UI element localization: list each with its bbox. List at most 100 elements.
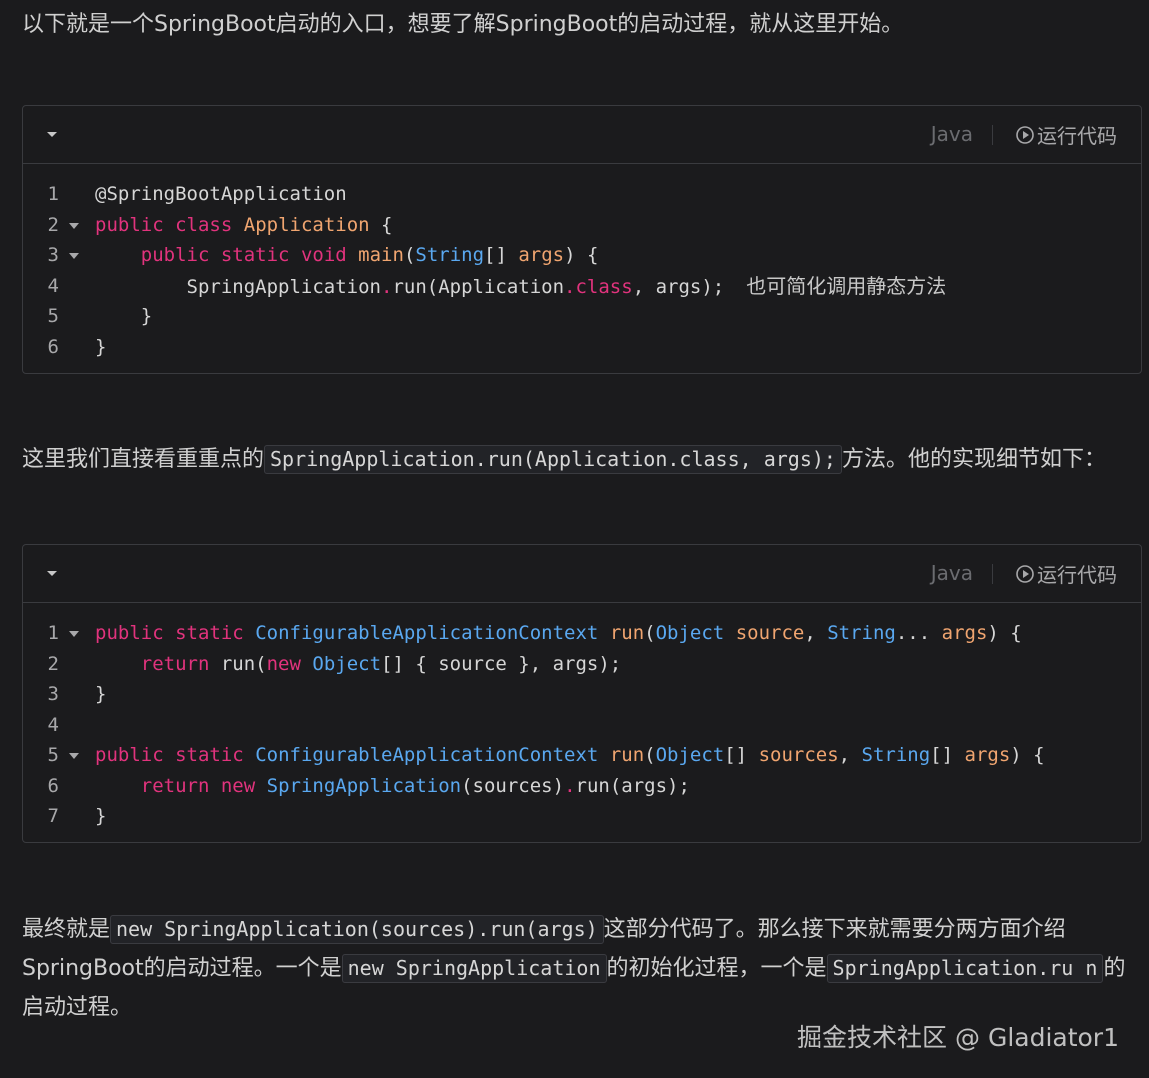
code-token: run( <box>209 652 267 675</box>
code-token: Object <box>655 744 725 766</box>
code-token: ( <box>403 244 416 266</box>
code-token: run(Application <box>392 275 565 298</box>
code-token: } <box>95 683 107 705</box>
header-divider <box>992 125 993 145</box>
code-token: [] <box>484 244 519 266</box>
fold-caret-icon[interactable] <box>69 630 79 638</box>
code-token: new <box>220 774 256 797</box>
code-text: } <box>95 301 152 332</box>
play-circle-icon <box>1015 125 1035 145</box>
code-line: 6} <box>23 332 1141 363</box>
fold-caret-icon[interactable] <box>69 752 79 760</box>
code-token: class <box>575 275 633 298</box>
code-line: 2 return run(new Object[] { source }, ar… <box>23 649 1141 680</box>
line-number: 1 <box>47 183 59 205</box>
line-number: 7 <box>47 805 59 827</box>
code-line: 7} <box>23 801 1141 832</box>
line-number: 2 <box>47 652 59 675</box>
code-block-header: Java 运行代码 <box>23 106 1141 164</box>
code-token: void <box>300 244 347 266</box>
run-code-label: 运行代码 <box>1037 563 1117 587</box>
inline-code-new-spring-application: new SpringApplication <box>341 954 607 983</box>
code-token: return <box>140 652 210 675</box>
code-text: } <box>95 801 106 832</box>
code-token: args <box>518 244 565 266</box>
code-token: run(args); <box>575 774 690 797</box>
code-text: public class Application { <box>95 210 392 241</box>
code-token: Object <box>312 652 382 675</box>
code-block-1: Java 运行代码 1 @SpringBootApplication 2 public… <box>22 105 1142 374</box>
code-token: SpringApplication <box>266 774 462 797</box>
header-divider <box>992 564 993 584</box>
code-token: { <box>369 213 393 236</box>
code-token: , args); <box>632 275 725 298</box>
code-token: String <box>827 622 896 644</box>
run-code-button[interactable]: 运行代码 <box>1015 120 1117 149</box>
code-line: 1 public static ConfigurableApplicationCo… <box>23 618 1141 649</box>
code-token: [] { source }, args); <box>381 652 622 675</box>
collapse-caret-icon[interactable] <box>45 566 59 580</box>
fold-caret-icon[interactable] <box>69 222 79 230</box>
code-token: class <box>175 213 233 236</box>
paragraph-2-text-before: 这里我们直接看重重点的 <box>22 447 265 472</box>
code-token: run <box>609 622 645 644</box>
code-token: public <box>140 244 210 266</box>
code-token: public <box>95 744 164 766</box>
code-text: return run(new Object[] { source }, args… <box>95 649 621 680</box>
collapse-caret-icon[interactable] <box>45 127 59 141</box>
code-token: args <box>941 622 988 644</box>
language-label: Java <box>930 561 973 585</box>
inline-code-spring-application-run: SpringApplication.ru n <box>826 954 1104 983</box>
paragraph-3: 最终就是 new SpringApplication(sources).run(a… <box>22 910 1127 1027</box>
code-token: ... <box>895 622 942 644</box>
code-block-header: Java 运行代码 <box>23 545 1141 603</box>
code-token: args <box>964 744 1011 766</box>
code-token: public <box>95 622 164 644</box>
line-number: 3 <box>47 244 59 266</box>
line-number: 1 <box>47 622 59 644</box>
code-block-body: 1 @SpringBootApplication 2 public class App… <box>23 164 1141 374</box>
run-code-button[interactable]: 运行代码 <box>1015 559 1117 588</box>
code-token: static <box>220 244 290 266</box>
code-token: String <box>861 744 931 766</box>
code-token: Application <box>243 213 370 236</box>
code-token: @SpringBootApplication <box>95 183 347 205</box>
inline-code-new-run: new SpringApplication(sources).run(args) <box>110 915 604 944</box>
line-number: 4 <box>47 713 59 736</box>
code-text: @SpringBootApplication <box>95 179 347 210</box>
code-line: 2 public class Application { <box>23 210 1141 241</box>
code-token: ) { <box>987 622 1022 644</box>
code-token: } <box>95 335 107 358</box>
code-token: source <box>735 622 805 644</box>
code-line: 5 public static ConfigurableApplicationCo… <box>23 740 1141 771</box>
code-token: public <box>95 213 164 236</box>
code-token: ConfigurableApplicationContext <box>255 744 599 766</box>
paragraph-3-text-3: 的初始化过程，一个是 <box>606 956 827 981</box>
code-token: ( <box>644 744 656 766</box>
code-line: 3 public static void main(String[] args)… <box>23 240 1141 271</box>
code-text: } <box>95 332 106 363</box>
fold-caret-icon[interactable] <box>69 252 79 260</box>
code-token: run <box>609 744 645 766</box>
watermark: 掘金技术社区 @ Gladiator1 <box>797 1023 1119 1052</box>
code-token: . <box>564 774 576 797</box>
code-token: sources <box>758 744 839 766</box>
code-token: static <box>175 744 244 766</box>
code-block-2: Java 运行代码 1 public static ConfigurableApp… <box>22 544 1142 843</box>
code-token: Object <box>655 622 725 644</box>
